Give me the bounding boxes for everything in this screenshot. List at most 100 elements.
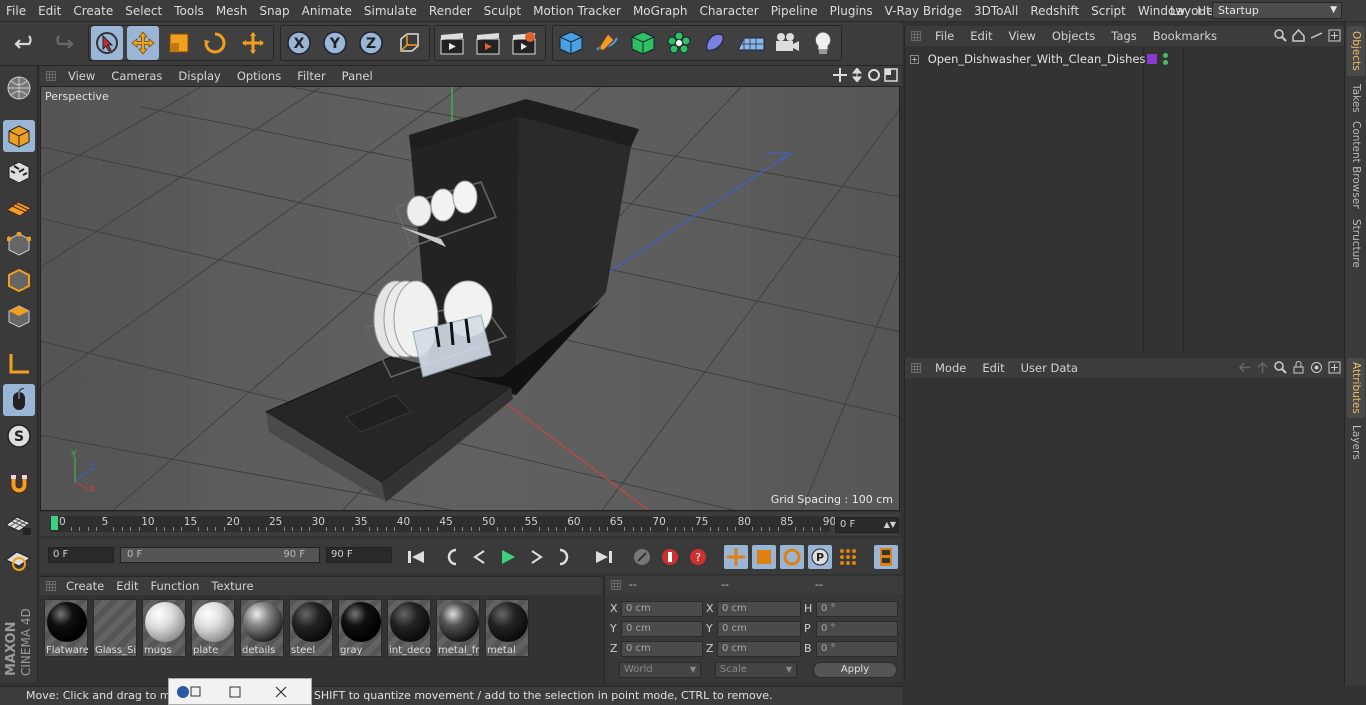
next-frame-button[interactable] (524, 545, 548, 569)
menu-select[interactable]: Select (119, 4, 168, 18)
scale-tool-button[interactable] (163, 26, 195, 60)
viewport-menu-options[interactable]: Options (229, 69, 289, 83)
locked-workplane-button[interactable] (3, 544, 35, 576)
viewport-menu-view[interactable]: View (60, 69, 103, 83)
timeline-playhead[interactable] (51, 516, 58, 530)
workplane-mode-button[interactable] (3, 192, 35, 224)
rotate-tool-button[interactable] (199, 26, 231, 60)
tab-takes[interactable]: Takes (1347, 80, 1365, 116)
lock-y-axis-button[interactable]: Y (319, 26, 351, 60)
lock-x-axis-button[interactable]: X (283, 26, 315, 60)
lock-icon[interactable] (1292, 361, 1305, 374)
coordinate-system-button[interactable] (393, 26, 425, 60)
material-menu-edit[interactable]: Edit (110, 579, 144, 593)
size-z-field[interactable]: 0 cm (717, 641, 801, 657)
material-swatch[interactable]: int_deco (387, 599, 431, 657)
search-icon[interactable] (1274, 361, 1287, 374)
layer-color-swatch[interactable] (1147, 54, 1157, 64)
render-visibility-dot[interactable] (1163, 60, 1168, 65)
add-floor-button[interactable] (735, 26, 767, 60)
link-icon[interactable] (1310, 29, 1323, 42)
enable-snap-button[interactable] (3, 468, 35, 500)
menu-mesh[interactable]: Mesh (210, 4, 254, 18)
live-selection-button[interactable] (91, 26, 123, 60)
material-swatch[interactable]: mugs (142, 599, 186, 657)
material-menu-texture[interactable]: Texture (205, 579, 259, 593)
material-swatch[interactable]: gray (338, 599, 382, 657)
recent-tools-button[interactable] (237, 26, 269, 60)
material-swatch[interactable]: metal (485, 599, 529, 657)
add-light-button[interactable] (807, 26, 839, 60)
menu-mograph[interactable]: MoGraph (627, 4, 694, 18)
material-swatch[interactable]: metal_fr (436, 599, 480, 657)
undo-button[interactable] (10, 26, 42, 60)
menu-script[interactable]: Script (1085, 4, 1132, 18)
viewport-menu-panel[interactable]: Panel (334, 69, 381, 83)
keyframe-selection-button[interactable]: ? (686, 545, 710, 569)
viewport-menu-filter[interactable]: Filter (289, 69, 333, 83)
attribute-menu-mode[interactable]: Mode (927, 361, 974, 375)
object-menu-edit[interactable]: Edit (962, 29, 1000, 43)
key-rotation-button[interactable] (780, 545, 804, 569)
target-icon[interactable] (1310, 361, 1323, 374)
apply-button[interactable]: Apply (813, 662, 897, 678)
material-menu-create[interactable]: Create (60, 579, 110, 593)
menu-vray-bridge[interactable]: V-Ray Bridge (879, 4, 968, 18)
add-camera-button[interactable] (771, 26, 803, 60)
axis-mode-button[interactable] (3, 348, 35, 380)
add-spline-pen-button[interactable] (591, 26, 623, 60)
render-settings-button[interactable] (508, 26, 540, 60)
menu-motion-tracker[interactable]: Motion Tracker (527, 4, 627, 18)
menu-render[interactable]: Render (423, 4, 478, 18)
pos-y-field[interactable]: 0 cm (621, 621, 703, 637)
close-icon[interactable] (273, 684, 289, 700)
menu-snap[interactable]: Snap (253, 4, 295, 18)
add-deformer-button[interactable] (699, 26, 731, 60)
key-position-button[interactable] (724, 545, 748, 569)
make-editable-button[interactable] (3, 72, 35, 104)
menu-redshift[interactable]: Redshift (1024, 4, 1085, 18)
viewport-zoom-icon[interactable] (850, 68, 864, 82)
previous-frame-button[interactable] (468, 545, 492, 569)
size-y-field[interactable]: 0 cm (717, 621, 801, 637)
autokey-button[interactable] (658, 545, 682, 569)
key-scale-button[interactable] (752, 545, 776, 569)
snap-settings-button[interactable]: S (3, 420, 35, 452)
current-frame-field[interactable]: 0 F ▲▼ (835, 517, 899, 533)
go-to-start-button[interactable] (404, 545, 428, 569)
object-menu-file[interactable]: File (927, 29, 962, 43)
rot-b-field[interactable]: 0 ° (816, 641, 898, 657)
object-menu-view[interactable]: View (1001, 29, 1044, 43)
size-x-field[interactable]: 0 cm (717, 601, 801, 617)
perspective-viewport[interactable]: Y Z X Perspective Grid Spacing : 100 cm (40, 86, 900, 511)
rot-h-field[interactable]: 0 ° (816, 601, 898, 617)
render-picture-viewer-button[interactable] (472, 26, 504, 60)
pos-z-field[interactable]: 0 cm (621, 641, 703, 657)
pos-x-field[interactable]: 0 cm (621, 601, 703, 617)
workplane-lock-button[interactable] (3, 508, 35, 540)
back-arrow-icon[interactable] (1238, 361, 1251, 374)
menu-edit[interactable]: Edit (32, 4, 67, 18)
move-tool-button[interactable] (127, 26, 159, 60)
previous-key-button[interactable] (440, 545, 464, 569)
tab-content-browser[interactable]: Content Browser (1347, 120, 1365, 210)
next-key-button[interactable] (552, 545, 576, 569)
start-frame-field[interactable]: 0 F (48, 547, 114, 563)
menu-simulate[interactable]: Simulate (358, 4, 423, 18)
viewport-maximize-icon[interactable] (884, 68, 898, 82)
material-menu-function[interactable]: Function (145, 579, 206, 593)
rot-p-field[interactable]: 0 ° (816, 621, 898, 637)
menu-create[interactable]: Create (67, 4, 119, 18)
new-panel-icon[interactable] (1328, 29, 1341, 42)
record-keys-button[interactable] (630, 545, 654, 569)
object-menu-objects[interactable]: Objects (1044, 29, 1103, 43)
key-parameter-button[interactable]: P (808, 545, 832, 569)
menu-character[interactable]: Character (693, 4, 764, 18)
redo-button[interactable] (46, 26, 78, 60)
material-swatch[interactable]: plate (191, 599, 235, 657)
coordinate-mode-select[interactable]: World ▼ (619, 662, 701, 678)
timeline-window-button[interactable] (874, 545, 898, 569)
tab-layers[interactable]: Layers (1347, 422, 1365, 462)
material-swatch[interactable]: Glass_Si (93, 599, 137, 657)
go-to-end-button[interactable] (592, 545, 616, 569)
